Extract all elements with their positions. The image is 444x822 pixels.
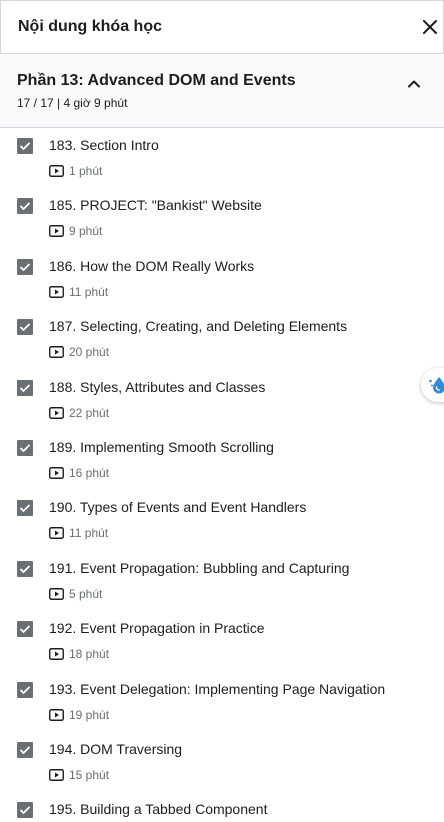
lecture-meta: 11 phút <box>49 285 108 299</box>
lecture-meta: 19 phút <box>49 708 109 722</box>
lecture-list: 183. Section Intro 1 phút 185. PROJECT: … <box>0 128 444 822</box>
video-play-icon <box>49 346 64 359</box>
lecture-title: 192. Event Propagation in Practice <box>49 620 265 637</box>
lecture-title: 190. Types of Events and Event Handlers <box>49 499 307 516</box>
section-header[interactable]: Phần 13: Advanced DOM and Events 17 / 17… <box>0 54 444 128</box>
checkbox-checked-icon[interactable] <box>17 319 33 336</box>
lecture-meta: 1 phút <box>49 164 102 178</box>
video-play-icon <box>49 768 64 781</box>
lecture-item[interactable]: 183. Section Intro 1 phút <box>0 128 444 188</box>
water-drop-icon <box>429 377 444 394</box>
lecture-meta: 5 phút <box>49 587 102 601</box>
lecture-item[interactable]: 193. Event Delegation: Implementing Page… <box>0 672 444 732</box>
close-icon <box>423 20 437 34</box>
video-play-icon <box>49 467 64 479</box>
lecture-meta: 15 phút <box>49 768 109 782</box>
section-progress: 17 / 17 | 4 giờ 9 phút <box>17 96 128 110</box>
video-play-icon <box>49 165 64 177</box>
chevron-up-icon[interactable] <box>406 76 422 92</box>
lecture-title: 194. DOM Traversing <box>49 740 183 757</box>
lecture-duration: 22 phút <box>69 405 110 420</box>
lecture-item[interactable]: 190. Types of Events and Event Handlers … <box>0 490 444 550</box>
lecture-duration: 20 phút <box>69 345 110 360</box>
lecture-item[interactable]: 192. Event Propagation in Practice 18 ph… <box>0 611 444 671</box>
lecture-duration: 19 phút <box>69 707 110 722</box>
lecture-title: 187. Selecting, Creating, and Deleting E… <box>49 318 348 335</box>
checkbox-checked-icon[interactable] <box>17 621 33 638</box>
lecture-meta: 18 phút <box>49 647 109 661</box>
close-button[interactable] <box>419 16 441 38</box>
lecture-meta: 11 phút <box>49 526 108 540</box>
lecture-duration: 5 phút <box>69 586 103 601</box>
checkbox-checked-icon[interactable] <box>17 138 33 154</box>
video-play-icon <box>49 587 64 600</box>
video-play-icon <box>49 527 64 540</box>
lecture-meta: 16 phút <box>49 466 109 480</box>
video-play-icon <box>49 285 64 298</box>
checkbox-checked-icon[interactable] <box>17 258 33 275</box>
checkbox-checked-icon[interactable] <box>17 560 33 577</box>
lecture-title: 191. Event Propagation: Bubbling and Cap… <box>49 559 350 576</box>
lecture-title: 186. How the DOM Really Works <box>49 257 255 274</box>
lecture-duration: 11 phút <box>69 526 109 541</box>
lecture-item[interactable]: 195. Building a Tabbed Component <box>0 792 444 822</box>
lecture-item[interactable]: 194. DOM Traversing 15 phút <box>0 732 444 792</box>
lecture-title: 185. PROJECT: "Bankist" Website <box>49 197 262 214</box>
lecture-meta: 22 phút <box>49 406 109 420</box>
video-play-icon <box>49 406 64 419</box>
lecture-title: 195. Building a Tabbed Component <box>49 801 268 818</box>
checkbox-checked-icon[interactable] <box>17 439 33 456</box>
video-play-icon <box>49 225 64 238</box>
lecture-duration: 15 phút <box>69 767 110 782</box>
lecture-item[interactable]: 191. Event Propagation: Bubbling and Cap… <box>0 551 444 611</box>
checkbox-checked-icon[interactable] <box>17 379 33 396</box>
lecture-duration: 9 phút <box>69 224 103 239</box>
video-play-icon <box>49 708 64 721</box>
lecture-item[interactable]: 188. Styles, Attributes and Classes 22 p… <box>0 370 444 430</box>
lecture-title: 188. Styles, Attributes and Classes <box>49 378 266 395</box>
lecture-title: 189. Implementing Smooth Scrolling <box>49 438 274 455</box>
lecture-item[interactable]: 187. Selecting, Creating, and Deleting E… <box>0 309 444 369</box>
lecture-meta: 20 phút <box>49 345 109 359</box>
checkbox-checked-icon[interactable] <box>17 802 33 819</box>
lecture-duration: 11 phút <box>69 284 109 299</box>
lecture-item[interactable]: 185. PROJECT: "Bankist" Website 9 phút <box>0 188 444 248</box>
lecture-duration: 18 phút <box>69 647 110 662</box>
lecture-meta: 9 phút <box>49 224 102 238</box>
lecture-item[interactable]: 186. How the DOM Really Works 11 phút <box>0 249 444 309</box>
video-play-icon <box>49 648 64 661</box>
checkbox-checked-icon[interactable] <box>17 681 33 698</box>
checkbox-checked-icon[interactable] <box>17 500 33 517</box>
checkbox-checked-icon[interactable] <box>17 198 33 215</box>
panel-title: Nội dung khóa học <box>18 18 162 35</box>
lecture-item[interactable]: 189. Implementing Smooth Scrolling 16 ph… <box>0 430 444 490</box>
checkbox-checked-icon[interactable] <box>17 741 33 758</box>
course-content-header: Nội dung khóa học <box>0 0 444 54</box>
section-title: Phần 13: Advanced DOM and Events <box>17 72 296 89</box>
lecture-title: 183. Section Intro <box>49 137 159 153</box>
lecture-title: 193. Event Delegation: Implementing Page… <box>49 680 386 697</box>
lecture-duration: 16 phút <box>69 465 110 480</box>
lecture-duration: 1 phút <box>69 164 103 178</box>
